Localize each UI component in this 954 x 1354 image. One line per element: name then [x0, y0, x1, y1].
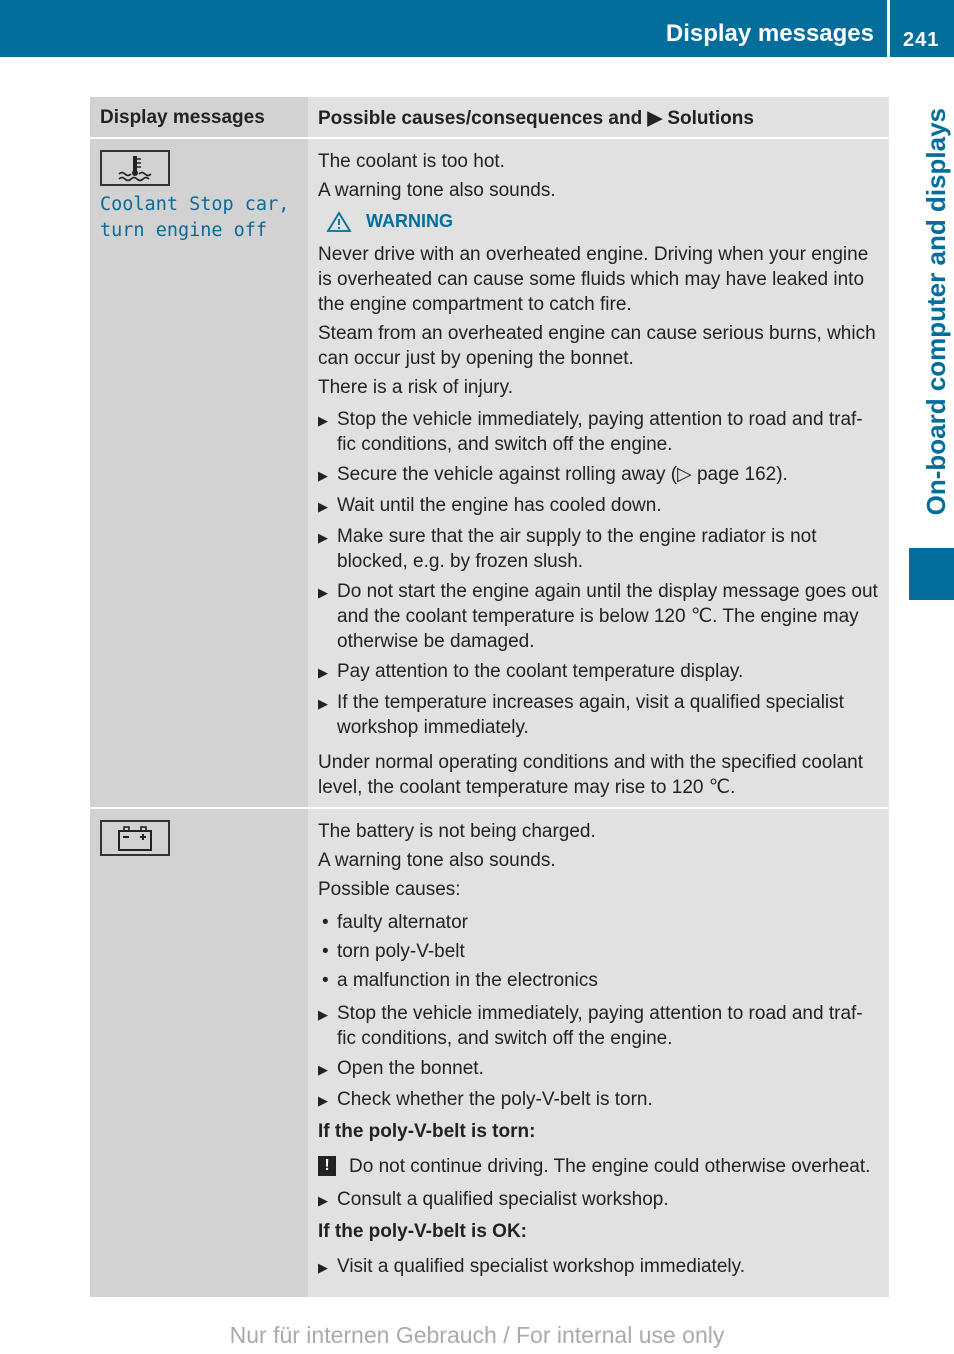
cause-text: Possible causes:	[318, 879, 461, 900]
action-arrow-icon: ▶	[318, 530, 328, 545]
action-arrow-icon: ▶	[318, 499, 328, 514]
action-text: Make sure that the air supply to the eng…	[337, 526, 817, 572]
action-text: Do not start the engine again until the …	[337, 581, 878, 652]
cause-text: A warning tone also sounds.	[318, 850, 556, 871]
action-text: Stop the vehicle immediately, paying att…	[337, 1003, 863, 1049]
warning-triangle-icon	[326, 210, 352, 232]
page-number: 241	[903, 29, 940, 51]
warning-text: There is a risk of injury.	[318, 377, 513, 398]
action-arrow-icon: ▶	[318, 1193, 328, 1208]
table-row: Coolant Stop car, turn engine off The co…	[90, 137, 889, 807]
display-message-cell: Coolant Stop car, turn engine off	[90, 139, 308, 807]
action-step: ▶ Do not start the engine again until the…	[318, 579, 881, 654]
action-arrow-icon: ▶	[318, 413, 328, 428]
action-text: Open the bonnet.	[337, 1058, 484, 1079]
action-arrow-icon: ▶	[318, 468, 328, 483]
action-arrow-icon: ▶	[318, 665, 328, 680]
action-text: Stop the vehicle immediately, paying att…	[337, 409, 863, 455]
cause-text: A warning tone also sounds.	[318, 180, 556, 201]
action-arrow-icon: ▶	[318, 1007, 328, 1022]
action-arrow-icon: ▶	[318, 1093, 328, 1108]
causes-solutions-cell: The coolant is too hot. A warning tone a…	[308, 139, 889, 807]
chapter-marker-block	[909, 548, 954, 600]
action-arrow-icon: ▶	[318, 696, 328, 711]
section-title: Display messages	[665, 20, 874, 47]
action-arrow-icon: ▶	[318, 1062, 328, 1077]
if-ok-heading: If the poly-V-belt is OK:	[318, 1221, 528, 1242]
if-torn-heading: If the poly-V-belt is torn:	[318, 1121, 536, 1142]
action-text: Visit a qualified specialist workshop im…	[337, 1256, 745, 1277]
action-step: ▶ Stop the vehicle immediately, paying at…	[318, 1001, 881, 1051]
action-step: ▶ Check whether the poly-V-belt is torn.	[318, 1087, 881, 1113]
cause-bullet: • faulty alternator	[322, 912, 468, 933]
action-text: Consult a qualified specialist workshop.	[337, 1189, 669, 1210]
display-message-cell	[90, 809, 308, 1297]
side-chapter-tab: On-board computer and displays	[909, 108, 954, 538]
cause-bullet: • torn poly-V-belt	[322, 941, 465, 962]
action-step: ▶ Secure the vehicle against rolling away…	[318, 462, 881, 488]
action-step: ▶ If the temperature increases again, vis…	[318, 690, 881, 740]
action-text: Check whether the poly-V-belt is torn.	[337, 1089, 653, 1110]
cause-text: The battery is not being charged.	[318, 821, 596, 842]
action-text[interactable]: Secure the vehicle against rolling away …	[337, 462, 788, 488]
cause-item: a malfunction in the electronics	[337, 970, 598, 991]
action-step: ▶ Make sure that the air supply to the en…	[318, 524, 881, 574]
normal-conditions-note: Under normal operating conditions and wi…	[318, 752, 863, 798]
cause-item: torn poly-V-belt	[337, 941, 465, 962]
column-header-causes-solutions: Possible causes/consequences and ▶ Solut…	[308, 97, 889, 137]
action-text: If the temperature increases again, visi…	[337, 692, 844, 738]
cause-bullet: • a malfunction in the electronics	[322, 970, 598, 991]
table-row: The battery is not being charged. A warn…	[90, 807, 889, 1297]
action-step: ▶ Visit a qualified specialist workshop i…	[318, 1254, 881, 1280]
action-step: ▶ Open the bonnet.	[318, 1056, 881, 1082]
coolant-display-message: Coolant Stop car, turn engine off	[100, 194, 290, 241]
action-step: ▶ Wait until the engine has cooled down.	[318, 493, 881, 519]
action-arrow-icon: ▶	[318, 1260, 328, 1275]
chapter-label: On-board computer and displays	[921, 108, 951, 516]
exclamation-icon: !	[318, 1156, 336, 1176]
action-step: ▶ Pay attention to the coolant temperatur…	[318, 659, 881, 685]
action-text: Pay attention to the coolant temperature…	[337, 661, 744, 682]
table-header: Display messages Possible causes/consequ…	[90, 97, 889, 137]
action-text: Wait until the engine has cooled down.	[337, 495, 662, 516]
caution-text: Do not continue driving. The engine coul…	[349, 1156, 871, 1177]
warning-text: Steam from an overheated engine can caus…	[318, 323, 876, 369]
action-arrow-icon: ▶	[318, 585, 328, 600]
action-step: ▶ Stop the vehicle immediately, paying at…	[318, 407, 881, 457]
header-divider	[887, 0, 890, 57]
warning-label: WARNING	[366, 211, 453, 231]
battery-icon	[100, 820, 170, 856]
causes-solutions-cell: The battery is not being charged. A warn…	[308, 809, 889, 1297]
action-step: ▶ Consult a qualified specialist workshop…	[318, 1187, 881, 1213]
cause-text: The coolant is too hot.	[318, 151, 505, 172]
page-header-bar: Display messages 241	[0, 0, 954, 57]
caution-note: ! Do not continue driving. The engine co…	[318, 1154, 881, 1179]
cause-item: faulty alternator	[337, 912, 468, 933]
coolant-temperature-icon	[100, 150, 170, 186]
display-messages-table: Display messages Possible causes/consequ…	[90, 97, 889, 1297]
internal-use-watermark: Nur für internen Gebrauch / For internal…	[229, 1322, 725, 1348]
warning-heading: WARNING	[326, 209, 881, 234]
column-header-display-messages: Display messages	[90, 97, 308, 137]
warning-text: Never drive with an overheated engine. D…	[318, 244, 869, 315]
